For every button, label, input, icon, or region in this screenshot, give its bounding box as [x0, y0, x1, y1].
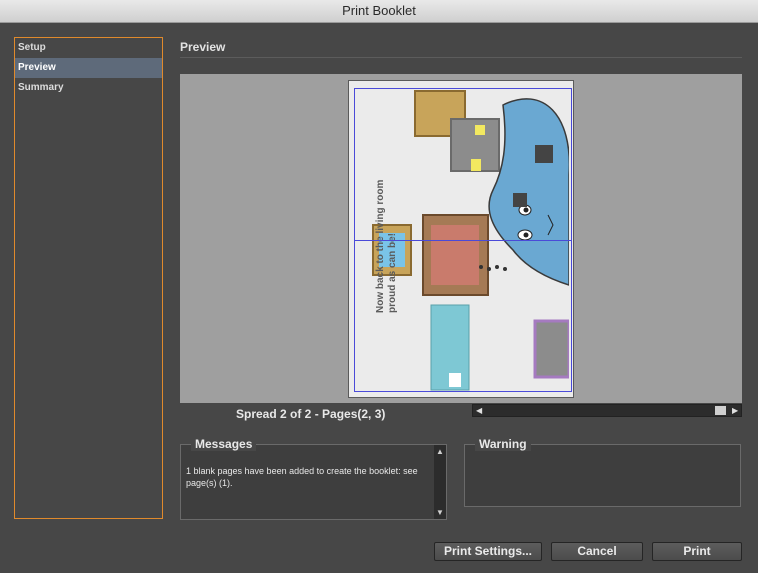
messages-scrollbar[interactable]: ▲ ▼ — [434, 445, 446, 519]
sidebar-item-setup[interactable]: Setup — [15, 38, 162, 58]
sidebar-item-summary[interactable]: Summary — [15, 78, 162, 98]
spread-fold-line — [354, 240, 572, 241]
sidebar: Setup Preview Summary — [14, 37, 163, 519]
cancel-button[interactable]: Cancel — [551, 542, 643, 561]
print-button[interactable]: Print — [652, 542, 742, 561]
scroll-down-icon[interactable]: ▼ — [436, 508, 444, 517]
warning-box: Warning — [464, 437, 741, 507]
illustration-caption: Now back to the living room proud as can… — [375, 179, 398, 313]
booklet-spread: Now back to the living room proud as can… — [348, 80, 574, 398]
heading-divider — [180, 57, 742, 58]
scroll-up-icon[interactable]: ▲ — [436, 447, 444, 456]
scroll-left-icon[interactable]: ◀ — [476, 405, 482, 416]
section-heading: Preview — [180, 40, 226, 54]
sidebar-item-preview[interactable]: Preview — [15, 58, 162, 78]
spread-label: Spread 2 of 2 - Pages(2, 3) — [236, 407, 386, 421]
preview-area: Now back to the living room proud as can… — [180, 74, 742, 403]
horizontal-scrollbar[interactable]: ◀ ▶ — [472, 404, 742, 417]
messages-box: Messages 1 blank pages have been added t… — [180, 437, 447, 520]
messages-text: 1 blank pages have been added to create … — [186, 466, 418, 488]
print-settings-button[interactable]: Print Settings... — [434, 542, 542, 561]
window-title: Print Booklet — [0, 0, 758, 23]
scroll-thumb[interactable] — [715, 406, 726, 415]
scroll-right-icon[interactable]: ▶ — [732, 405, 738, 416]
warning-title: Warning — [475, 437, 531, 451]
messages-title: Messages — [191, 437, 257, 451]
spread-illustration: Now back to the living room proud as can… — [353, 85, 569, 393]
